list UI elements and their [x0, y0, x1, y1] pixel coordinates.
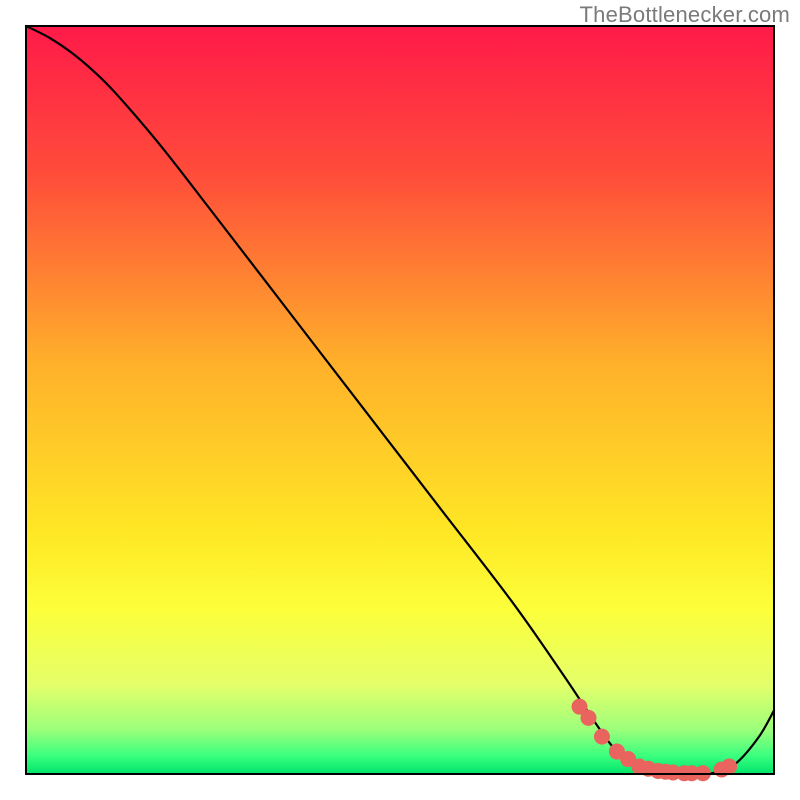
chart-container: TheBottlenecker.com	[0, 0, 800, 800]
bottleneck-curve-chart	[0, 0, 800, 800]
highlight-dot	[721, 759, 737, 775]
highlight-dot	[594, 729, 610, 745]
gradient-background	[26, 26, 774, 774]
attribution-text: TheBottlenecker.com	[580, 2, 790, 28]
highlight-dot	[580, 710, 596, 726]
